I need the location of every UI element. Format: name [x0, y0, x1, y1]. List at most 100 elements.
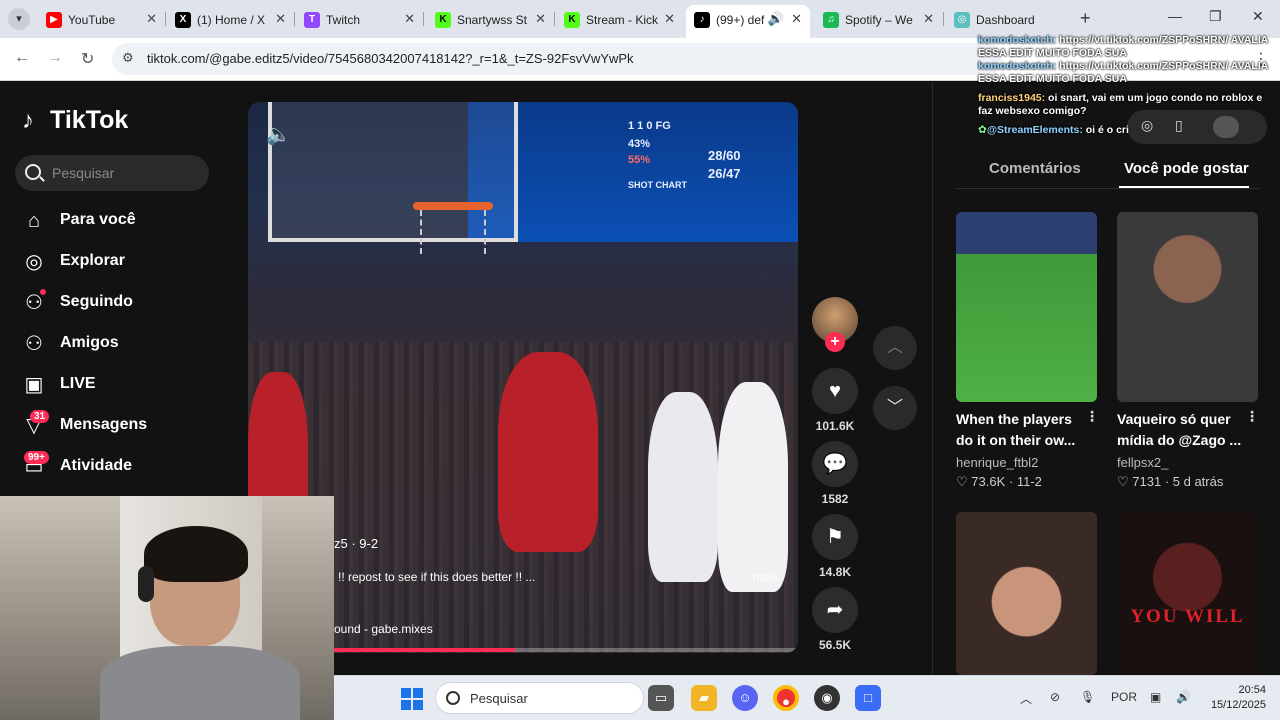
window-close-icon[interactable]: ✕	[1252, 8, 1264, 25]
nav-seguindo[interactable]: ⚇ Seguindo	[22, 289, 222, 319]
nav-para-voce[interactable]: ⌂ Para você	[22, 207, 222, 237]
task-view-icon[interactable]: ▭	[648, 685, 674, 711]
webcam-person-hair	[144, 526, 248, 582]
share-count: 56.5K	[818, 638, 852, 652]
tiktok-logo[interactable]: ♪ TikTok	[22, 106, 128, 135]
dashboard-icon: ◎	[954, 11, 970, 28]
side-panel: ◎ ▯ Comentários Você pode gostar When th…	[932, 82, 1280, 675]
tab-kick-snartywss[interactable]: K Snartywss St ✕	[427, 5, 554, 33]
tab-dashboard[interactable]: ◎ Dashboard	[946, 5, 1066, 33]
tab-x-home[interactable]: X (1) Home / X ✕	[167, 5, 294, 33]
nav-label: Amigos	[60, 334, 119, 351]
video-sound[interactable]: ound - gabe.mixes	[334, 622, 433, 636]
close-icon[interactable]: ✕	[146, 5, 157, 33]
video-card-user[interactable]: fellpsx2_	[1117, 455, 1168, 470]
close-icon[interactable]: ✕	[275, 5, 286, 33]
video-card-user[interactable]: henrique_ftbl2	[956, 455, 1038, 470]
nav-amigos[interactable]: ⚇ Amigos	[22, 330, 222, 360]
reload-icon[interactable]: ↻	[81, 49, 94, 69]
taskbar-search-input[interactable]: Pesquisar	[435, 682, 644, 714]
new-tab-plus-icon[interactable]: +	[1080, 8, 1091, 29]
tab-twitch[interactable]: T Twitch ✕	[296, 5, 423, 33]
nav-label: Atividade	[60, 457, 133, 474]
close-icon[interactable]: ✕	[535, 5, 546, 33]
tab-spotify[interactable]: ♫ Spotify – We ✕	[815, 5, 942, 33]
webcam-overlay	[0, 496, 334, 720]
video-author-date: z5 · 9-2	[334, 536, 379, 551]
more-dots-icon[interactable]: ⋮	[1085, 408, 1099, 425]
tab-voce-pode-gostar[interactable]: Você pode gostar	[1124, 160, 1249, 177]
forward-arrow-icon[interactable]: →	[47, 49, 63, 67]
video-card-thumbnail[interactable]: YOU WILL	[1117, 512, 1258, 675]
tab-comentarios[interactable]: Comentários	[989, 160, 1081, 177]
nav-mensagens[interactable]: ▽ 31 Mensagens	[22, 410, 222, 442]
tab-youtube[interactable]: ▶ YouTube ✕	[38, 5, 165, 33]
nav-atividade[interactable]: ▭ 99+ Atividade	[22, 451, 222, 483]
back-arrow-icon[interactable]: ←	[14, 49, 30, 67]
volume-icon[interactable]: 🔈	[266, 122, 291, 147]
tab-label: Stream - Kick	[586, 12, 658, 27]
active-tab-underline	[1119, 186, 1249, 188]
more-dots-icon[interactable]: ⋮	[1245, 408, 1259, 425]
compass-icon: ◎	[25, 251, 43, 273]
webcam-person-body	[100, 646, 300, 720]
search-icon	[446, 691, 460, 705]
next-video-chevron-down-icon[interactable]: ﹀	[873, 386, 917, 430]
close-icon[interactable]: ✕	[664, 5, 675, 33]
nav-live[interactable]: ▣ LIVE	[22, 371, 222, 401]
share-arrow-icon[interactable]: ➦	[812, 587, 858, 633]
video-card-thumbnail[interactable]	[1117, 212, 1258, 402]
video-card-thumbnail[interactable]	[956, 512, 1097, 675]
obs-icon[interactable]: ◉	[814, 685, 840, 711]
tab-label: (99+) def	[716, 12, 765, 27]
like-heart-icon[interactable]: ♥	[812, 368, 858, 414]
tray-chevron-up-icon[interactable]: ︿	[1020, 690, 1032, 707]
discord-icon[interactable]: ☺	[732, 685, 758, 711]
video-card-title[interactable]: Vaqueiro só quer mídia do @Zago ...	[1117, 409, 1252, 451]
site-info-icon[interactable]: ⚙	[122, 50, 134, 66]
tab-label: Twitch	[326, 12, 361, 27]
caption-more-link[interactable]: mais	[753, 570, 778, 584]
chrome-icon[interactable]: ●	[773, 685, 799, 711]
restore-icon[interactable]: ❐	[1209, 8, 1222, 25]
url-text: tiktok.com/@gabe.editz5/video/7545680342…	[147, 51, 634, 66]
previous-video-chevron-up-icon[interactable]: ︿	[873, 326, 917, 370]
taskbar-clock[interactable]: 20:54 15/12/2025	[1204, 683, 1266, 713]
network-off-icon[interactable]: ⊘	[1050, 690, 1060, 704]
video-card-title[interactable]: When the players do it on their ow...	[956, 409, 1091, 451]
close-icon[interactable]: ✕	[791, 5, 802, 33]
nav-label: Para você	[60, 211, 136, 228]
chat-message: franciss1945: oi snart, vai em um jogo c…	[978, 92, 1263, 117]
speaker-icon[interactable]: 🔊	[768, 5, 784, 33]
microphone-icon[interactable]: 🎙	[1080, 690, 1095, 704]
minimize-icon[interactable]: —	[1168, 8, 1182, 24]
bookmark-icon[interactable]: ⚑	[812, 514, 858, 560]
comment-icon[interactable]: 💬	[812, 441, 858, 487]
player-white-2	[718, 382, 788, 592]
nav-explorar[interactable]: ◎ Explorar	[22, 248, 222, 278]
file-explorer-icon[interactable]: ▰	[691, 685, 717, 711]
app-icon[interactable]: □	[855, 685, 881, 711]
live-icon: ▣	[24, 374, 44, 396]
player-white-1	[648, 392, 718, 582]
volume-icon[interactable]: 🔊	[1176, 690, 1191, 704]
video-card-thumbnail[interactable]	[956, 212, 1097, 402]
display-icon[interactable]: ▣	[1150, 690, 1161, 704]
address-bar[interactable]: ⚙ tiktok.com/@gabe.editz5/video/75456803…	[112, 43, 1002, 75]
tab-kick-stream[interactable]: K Stream - Kick ✕	[556, 5, 683, 33]
tiktok-icon: ♪	[694, 11, 710, 28]
language-indicator[interactable]: POR	[1111, 690, 1137, 704]
home-icon: ⌂	[27, 210, 41, 232]
messages-badge: 31	[30, 410, 50, 423]
search-input[interactable]: Pesquisar	[15, 155, 209, 191]
heart-outline-icon: ♡	[956, 474, 972, 489]
close-icon[interactable]: ✕	[404, 5, 415, 33]
windows-start-icon[interactable]	[401, 688, 423, 710]
close-icon[interactable]: ✕	[923, 5, 934, 33]
tab-tiktok[interactable]: ♪ (99+) def 🔊 ✕	[686, 5, 810, 38]
video-progress-bar[interactable]	[334, 648, 798, 652]
tiktok-note-icon: ♪	[22, 107, 34, 134]
tab-search-dropdown-icon[interactable]: ▾	[8, 8, 30, 30]
video-card-meta: ♡ 7131 · 5 d atrás	[1117, 474, 1224, 489]
follow-plus-icon[interactable]: +	[825, 332, 845, 352]
